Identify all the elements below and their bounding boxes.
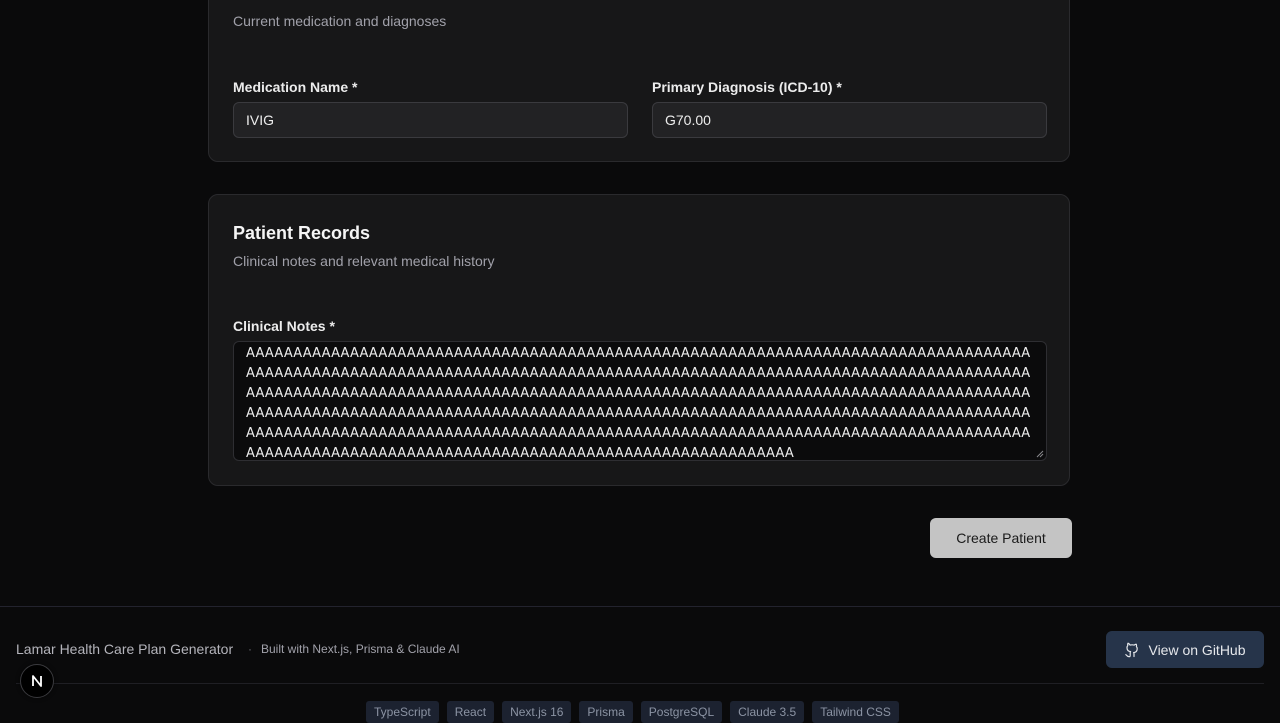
nextjs-logo-icon	[32, 675, 42, 687]
medication-card-description: Current medication and diagnoses	[233, 13, 447, 29]
view-on-github-button[interactable]: View on GitHub	[1106, 631, 1264, 668]
footer-separator: ·	[248, 642, 252, 656]
primary-diagnosis-input[interactable]: G70.00	[652, 102, 1047, 138]
github-button-label: View on GitHub	[1148, 641, 1246, 658]
footer: Lamar Health Care Plan Generator · Built…	[0, 606, 1280, 723]
patient-records-description: Clinical notes and relevant medical hist…	[233, 253, 495, 269]
medication-card: Current medication and diagnoses Medicat…	[208, 0, 1070, 162]
patient-records-title: Patient Records	[233, 223, 371, 243]
footer-divider	[16, 683, 1264, 684]
medication-name-input[interactable]: IVIG	[233, 102, 628, 138]
resize-handle-icon[interactable]	[1036, 450, 1044, 458]
clinical-notes-label: Clinical Notes *	[233, 318, 335, 334]
clinical-notes-textarea[interactable]: AAAAAAAAAAAAAAAAAAAAAAAAAAAAAAAAAAAAAAAA…	[233, 341, 1047, 461]
clinical-notes-text: AAAAAAAAAAAAAAAAAAAAAAAAAAAAAAAAAAAAAAAA…	[246, 346, 1031, 461]
nextjs-dev-indicator-button[interactable]	[20, 664, 54, 698]
create-patient-button[interactable]: Create Patient	[930, 518, 1072, 558]
footer-built-with: Built with Next.js, Prisma & Claude AI	[261, 642, 460, 656]
footer-app-title: Lamar Health Care Plan Generator	[16, 641, 234, 657]
github-icon	[1125, 642, 1139, 657]
medication-name-label: Medication Name *	[233, 79, 358, 95]
primary-diagnosis-label: Primary Diagnosis (ICD-10) *	[652, 79, 842, 95]
patient-records-card: Patient Records Clinical notes and relev…	[208, 194, 1070, 486]
